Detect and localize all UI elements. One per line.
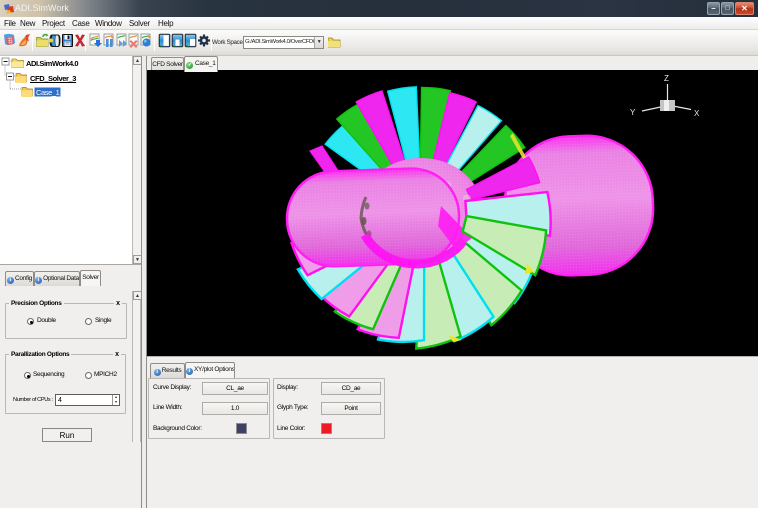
svg-text:Y: Y <box>630 108 636 117</box>
svg-text:X: X <box>694 109 700 118</box>
svg-text:Z: Z <box>664 74 669 83</box>
